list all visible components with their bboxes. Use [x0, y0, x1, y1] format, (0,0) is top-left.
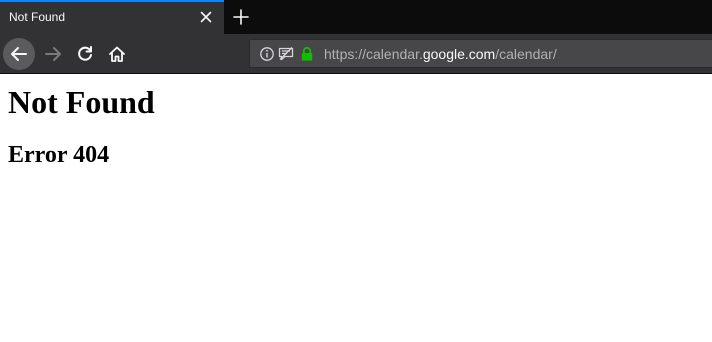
- close-icon[interactable]: [197, 8, 215, 26]
- lock-icon[interactable]: [299, 46, 315, 62]
- tab-strip: Not Found: [0, 0, 712, 34]
- url-bar[interactable]: https://calendar.google.com/calendar/: [249, 39, 712, 68]
- info-icon[interactable]: [259, 46, 275, 62]
- permissions-icon[interactable]: [278, 46, 294, 62]
- error-code-heading: Error 404: [8, 142, 110, 168]
- tab-active-indicator: [0, 0, 224, 2]
- home-icon[interactable]: [101, 38, 133, 70]
- page-content: Not Found Error 404: [0, 74, 712, 342]
- tab-title: Not Found: [9, 10, 66, 24]
- browser-chrome: Not Found https://calendar.google.com/ca…: [0, 0, 712, 74]
- page-title: Not Found: [8, 84, 155, 120]
- arrow-left-icon[interactable]: [3, 38, 35, 70]
- url-host: google.com: [422, 46, 496, 62]
- url-text[interactable]: https://calendar.google.com/calendar/: [324, 46, 557, 62]
- url-path: /calendar/: [495, 46, 557, 62]
- navigation-toolbar: https://calendar.google.com/calendar/: [0, 34, 712, 73]
- plus-icon[interactable]: [229, 5, 253, 29]
- reload-icon[interactable]: [69, 38, 101, 70]
- url-prefix: https://calendar.: [324, 46, 423, 62]
- arrow-right-icon[interactable]: [37, 38, 69, 70]
- tab-active[interactable]: Not Found: [0, 0, 224, 34]
